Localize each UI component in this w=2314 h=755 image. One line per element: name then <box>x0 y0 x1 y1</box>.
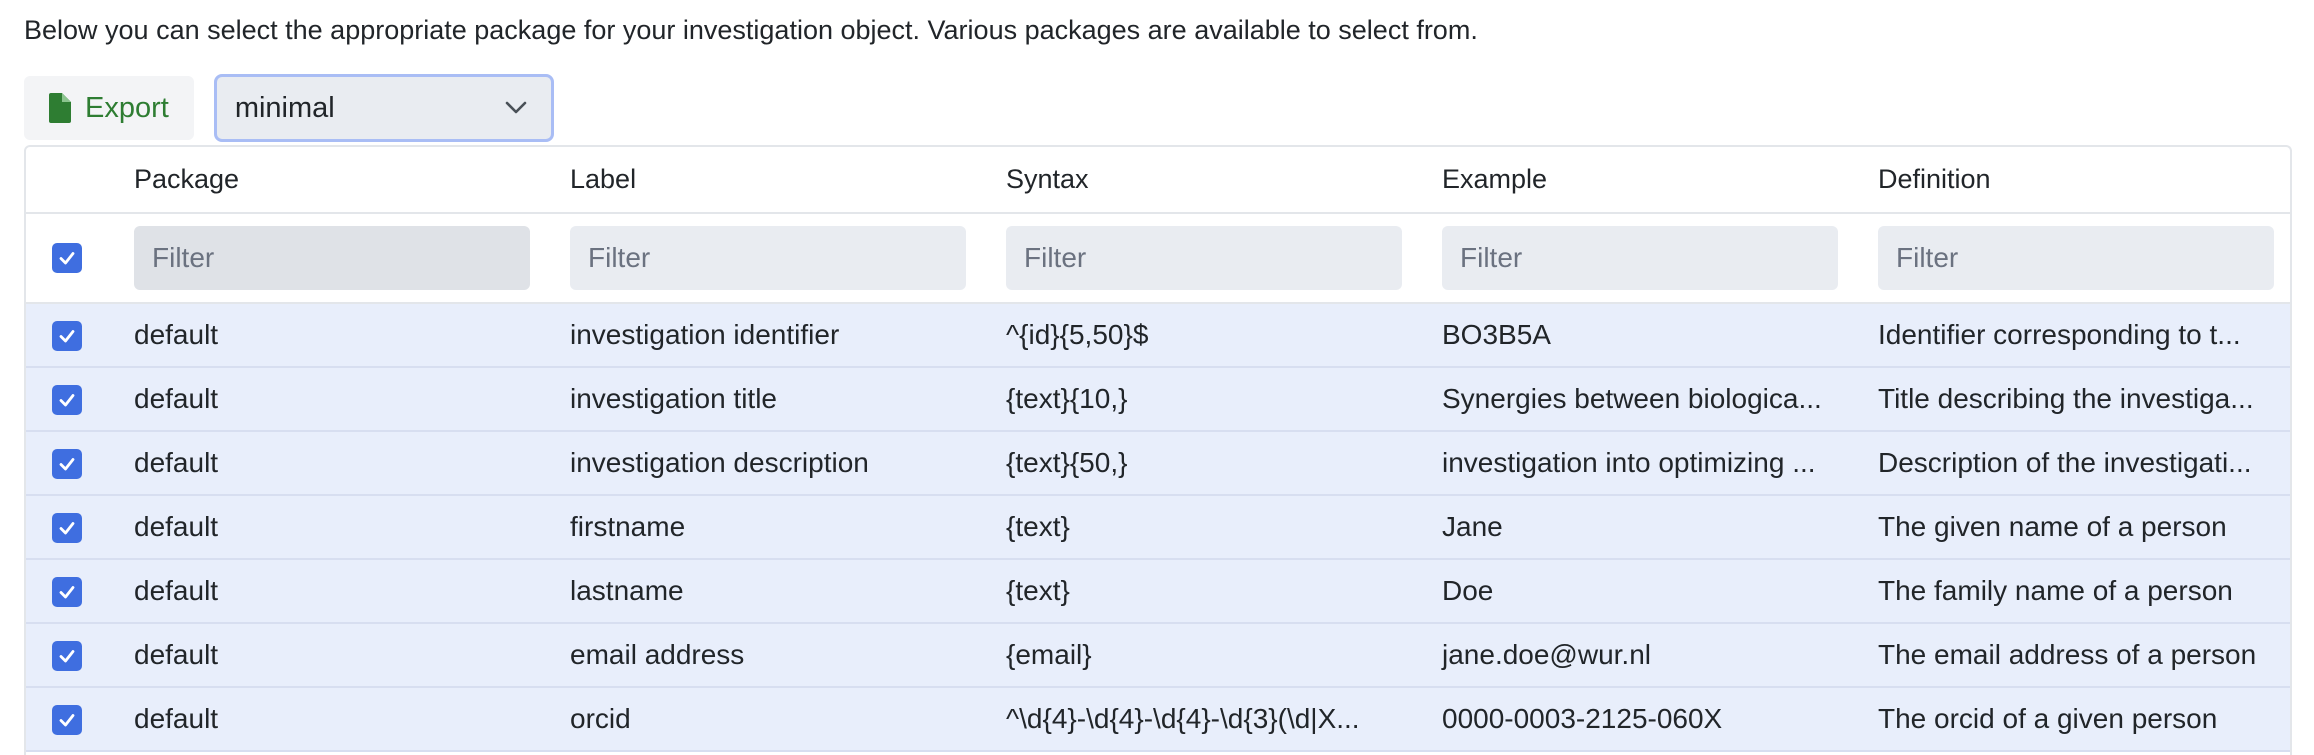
header-syntax[interactable]: Syntax <box>986 147 1422 214</box>
table-header-row: Package Label Syntax Example Definition <box>26 147 2290 214</box>
table-row[interactable]: default investigation title {text}{10,} Syn… <box>26 367 2290 432</box>
toolbar: Export minimal <box>24 74 554 142</box>
cell-syntax: {text} <box>986 559 1422 624</box>
cell-syntax: ^{id}{5,50}$ <box>986 303 1422 368</box>
cell-label: email address <box>550 623 986 688</box>
cell-example: Synergies between biologica... <box>1422 367 1858 432</box>
row-check-cell <box>26 303 114 368</box>
row-checkbox[interactable] <box>52 449 82 480</box>
row-check-cell <box>26 495 114 560</box>
row-checkbox[interactable] <box>52 321 82 352</box>
row-checkbox[interactable] <box>52 705 82 736</box>
cell-definition: Identifier corresponding to t... <box>1858 303 2290 368</box>
filter-label-input[interactable] <box>570 226 966 290</box>
cell-package: default <box>114 303 550 368</box>
filter-package-input[interactable] <box>134 226 530 290</box>
filter-syntax-input[interactable] <box>1006 226 1402 290</box>
table-row[interactable]: default investigation identifier ^{id}{5,5… <box>26 303 2290 368</box>
check-icon <box>59 714 75 727</box>
select-all-cell <box>26 213 114 304</box>
check-icon <box>59 330 75 343</box>
cell-label: investigation title <box>550 367 986 432</box>
header-definition[interactable]: Definition <box>1858 147 2290 214</box>
filter-example-input[interactable] <box>1442 226 1838 290</box>
header-label[interactable]: Label <box>550 147 986 214</box>
cell-label: orcid <box>550 687 986 752</box>
chevron-down-icon <box>505 101 527 114</box>
row-check-cell <box>26 431 114 496</box>
table-row[interactable]: default orcid ^\d{4}-\d{4}-\d{4}-\d{3}(\d|… <box>26 687 2290 752</box>
cell-example: 0000-0003-2125-060X <box>1422 687 1858 752</box>
cell-label: lastname <box>550 559 986 624</box>
cell-example: investigation into optimizing ... <box>1422 431 1858 496</box>
cell-example: Jane <box>1422 495 1858 560</box>
cell-package: default <box>114 623 550 688</box>
cell-syntax: {email} <box>986 623 1422 688</box>
check-icon <box>59 522 75 535</box>
cell-definition: The given name of a person <box>1858 495 2290 560</box>
package-select[interactable]: minimal <box>213 74 554 142</box>
filter-row <box>26 213 2290 304</box>
table-row[interactable]: default firstname {text} Jane The given name… <box>26 495 2290 560</box>
row-checkbox[interactable] <box>52 577 82 608</box>
check-icon <box>59 394 75 407</box>
cell-example: jane.doe@wur.nl <box>1422 623 1858 688</box>
cell-package: default <box>114 367 550 432</box>
cell-syntax: ^\d{4}-\d{4}-\d{4}-\d{3}(\d|X... <box>986 687 1422 752</box>
cell-package: default <box>114 559 550 624</box>
metadata-table: Package Label Syntax Example Definition <box>24 145 2292 755</box>
cell-package: default <box>114 687 550 752</box>
cell-definition: The orcid of a given person <box>1858 687 2290 752</box>
cell-definition: Title describing the investiga... <box>1858 367 2290 432</box>
cell-package: default <box>114 431 550 496</box>
row-checkbox[interactable] <box>52 641 82 672</box>
row-checkbox[interactable] <box>52 513 82 544</box>
cell-label: investigation description <box>550 431 986 496</box>
table-row[interactable]: default lastname {text} Doe The family name … <box>26 559 2290 624</box>
check-icon <box>59 458 75 471</box>
header-check-cell <box>26 147 114 214</box>
table-row[interactable]: default email address {email} jane.doe@wur.… <box>26 623 2290 688</box>
cell-label: investigation identifier <box>550 303 986 368</box>
export-button[interactable]: Export <box>24 76 194 140</box>
export-label: Export <box>85 91 169 124</box>
cell-syntax: {text}{50,} <box>986 431 1422 496</box>
row-check-cell <box>26 623 114 688</box>
cell-example: Doe <box>1422 559 1858 624</box>
cell-definition: The family name of a person <box>1858 559 2290 624</box>
cell-syntax: {text} <box>986 495 1422 560</box>
intro-text: Below you can select the appropriate pac… <box>24 15 1478 45</box>
header-package[interactable]: Package <box>114 147 550 214</box>
cell-syntax: {text}{10,} <box>986 367 1422 432</box>
row-check-cell <box>26 367 114 432</box>
header-example[interactable]: Example <box>1422 147 1858 214</box>
check-icon <box>59 586 75 599</box>
file-icon <box>49 93 71 123</box>
check-icon <box>59 650 75 663</box>
table-row[interactable]: default investigation description {text}{5… <box>26 431 2290 496</box>
cell-example: BO3B5A <box>1422 303 1858 368</box>
cell-package: default <box>114 495 550 560</box>
filter-definition-input[interactable] <box>1878 226 2274 290</box>
row-check-cell <box>26 559 114 624</box>
select-all-checkbox[interactable] <box>52 243 82 273</box>
cell-definition: The email address of a person <box>1858 623 2290 688</box>
check-icon <box>59 252 75 265</box>
row-check-cell <box>26 687 114 752</box>
row-checkbox[interactable] <box>52 385 82 416</box>
cell-label: firstname <box>550 495 986 560</box>
cell-definition: Description of the investigati... <box>1858 431 2290 496</box>
package-select-value: minimal <box>234 91 335 124</box>
